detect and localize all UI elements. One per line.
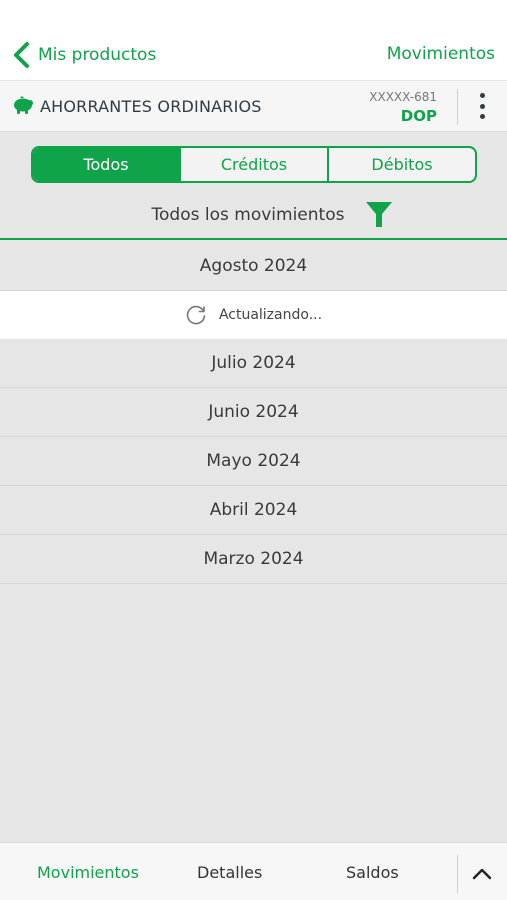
section-title: Movimientos — [386, 44, 495, 64]
back-button[interactable]: Mis productos — [12, 40, 156, 70]
back-label: Mis productos — [38, 45, 157, 65]
movement-type-segmented-control: Todos Créditos Débitos — [31, 146, 477, 183]
filter-icon[interactable] — [365, 200, 393, 228]
month-row-julio[interactable]: Julio 2024 — [0, 339, 507, 388]
chevron-left-icon — [14, 42, 29, 68]
loading-text: Actualizando... — [218, 307, 323, 323]
chevron-up-icon[interactable] — [470, 863, 494, 883]
month-row-agosto[interactable]: Agosto 2024 — [0, 242, 507, 291]
top-bar: Mis productos Movimientos — [0, 0, 507, 80]
segment-debitos[interactable]: Débitos — [327, 148, 475, 181]
more-options-icon[interactable] — [476, 93, 488, 119]
segment-creditos[interactable]: Créditos — [179, 148, 327, 181]
month-row-abril[interactable]: Abril 2024 — [0, 486, 507, 535]
account-number: XXXXX-681 — [369, 90, 437, 104]
divider — [457, 89, 458, 125]
refresh-spinner-icon — [186, 305, 206, 325]
filter-label: Todos los movimientos — [151, 205, 345, 225]
piggy-bank-icon — [14, 96, 33, 114]
tab-movimientos[interactable]: Movimientos — [37, 863, 139, 882]
account-currency: DOP — [400, 107, 437, 125]
divider — [457, 855, 458, 893]
filter-row: Todos los movimientos — [0, 196, 507, 240]
bottom-tab-bar: Movimientos Detalles Saldos — [0, 842, 507, 900]
month-row-junio[interactable]: Junio 2024 — [0, 388, 507, 437]
month-row-mayo[interactable]: Mayo 2024 — [0, 437, 507, 486]
tab-detalles[interactable]: Detalles — [197, 863, 262, 882]
account-header: AHORRANTES ORDINARIOS XXXXX-681 DOP — [0, 81, 507, 132]
tab-saldos[interactable]: Saldos — [346, 863, 399, 882]
loading-indicator: Actualizando... — [0, 291, 507, 339]
segment-todos[interactable]: Todos — [33, 148, 179, 181]
account-name: AHORRANTES ORDINARIOS — [40, 97, 262, 116]
month-row-marzo[interactable]: Marzo 2024 — [0, 535, 507, 584]
